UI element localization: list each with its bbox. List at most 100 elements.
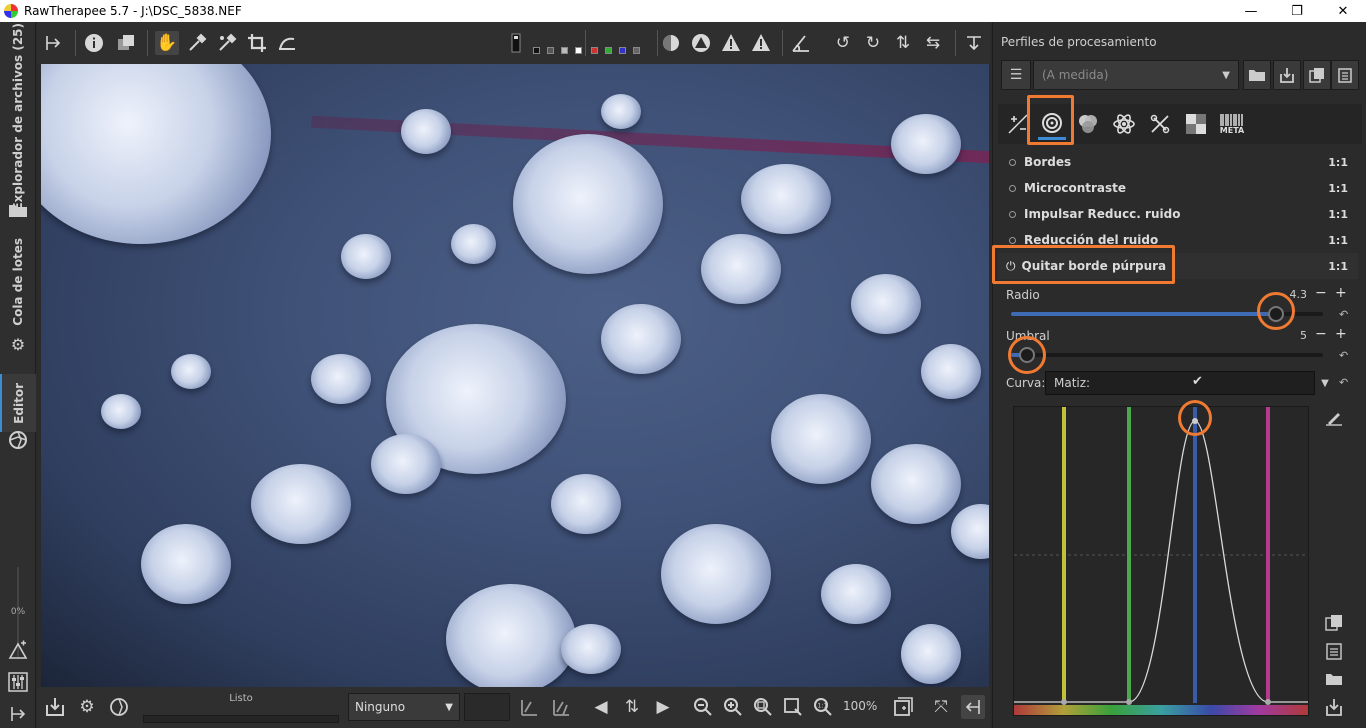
zoom-fit-crop-icon[interactable] xyxy=(781,695,805,719)
threshold-minus-button[interactable]: − xyxy=(1315,326,1327,342)
zoom-fit-icon[interactable] xyxy=(751,695,775,719)
paste-profile-icon[interactable] xyxy=(1331,60,1359,90)
zoom-out-icon[interactable] xyxy=(691,695,715,719)
folder-icon[interactable] xyxy=(8,200,28,220)
curve-point-peak[interactable] xyxy=(1192,418,1198,424)
open-profile-icon[interactable] xyxy=(1243,60,1271,90)
power-icon[interactable]: ⏻ xyxy=(1006,259,1016,274)
gear-icon[interactable]: ⚙ xyxy=(8,334,28,354)
crop-icon[interactable] xyxy=(245,31,269,55)
tool-row-noise-reduction[interactable]: Reducción del ruido 1:1 xyxy=(998,227,1358,253)
chevron-down-icon[interactable]: ▼ xyxy=(1317,371,1333,395)
right-panel-toggle-icon[interactable] xyxy=(961,695,985,719)
previous-image-icon[interactable]: ◀ xyxy=(589,695,613,719)
info-icon[interactable] xyxy=(82,31,106,55)
aperture-icon[interactable] xyxy=(8,430,28,450)
curve-type-select[interactable]: Matiz: ✔ xyxy=(1045,371,1315,395)
top-panel-toggle-icon[interactable] xyxy=(962,31,986,55)
threshold-plus-button[interactable]: + xyxy=(1335,326,1347,342)
edit-curve-icon[interactable] xyxy=(1323,406,1345,428)
curve-point[interactable] xyxy=(1265,699,1271,705)
before-after-icon[interactable] xyxy=(114,31,138,55)
color-picker-icon[interactable] xyxy=(215,31,239,55)
tool-toggle-icon[interactable] xyxy=(1009,210,1016,218)
flip-horizontal-icon[interactable]: ⇆ xyxy=(921,31,945,55)
blue-channel-swatch[interactable] xyxy=(619,47,626,54)
highlight-warning-icon[interactable] xyxy=(749,31,773,55)
save-curve-icon[interactable] xyxy=(1323,696,1345,718)
send-to-editor-icon[interactable] xyxy=(107,695,131,719)
bg-lightgray-swatch[interactable] xyxy=(561,47,568,54)
rotate-right-icon[interactable]: ↻ xyxy=(861,31,885,55)
tab-editor[interactable]: Editor xyxy=(0,374,36,432)
tool-row-impulse-nr[interactable]: Impulsar Reducc. ruido 1:1 xyxy=(998,201,1358,227)
sharpening-mask-select[interactable] xyxy=(464,693,510,721)
tab-batch-queue[interactable]: Cola de lotes xyxy=(0,238,36,326)
hue-curve-editor[interactable] xyxy=(1013,406,1309,716)
threshold-slider-track[interactable] xyxy=(1011,353,1323,357)
tool-toggle-icon[interactable] xyxy=(1009,184,1016,192)
fullscreen-icon[interactable]: ⤧ xyxy=(929,695,953,719)
white-balance-picker-icon[interactable] xyxy=(185,31,209,55)
shadow-warning-icon[interactable] xyxy=(719,31,743,55)
sync-image-icon[interactable]: ⇅ xyxy=(620,695,644,719)
next-image-icon[interactable]: ▶ xyxy=(651,695,675,719)
hue-curve-graph[interactable] xyxy=(1014,407,1308,715)
image-preview[interactable] xyxy=(41,64,989,687)
profile-list-icon[interactable]: ☰ xyxy=(1001,60,1031,90)
transform-tab-icon[interactable] xyxy=(1146,108,1174,140)
crop-tool-icon[interactable] xyxy=(8,640,28,660)
focus-mask-icon[interactable] xyxy=(659,31,683,55)
tool-row-edges[interactable]: Bordes 1:1 xyxy=(998,149,1358,175)
indicator-icon[interactable] xyxy=(509,31,523,55)
bg-white-swatch[interactable] xyxy=(575,47,582,54)
tool-row-microcontrast[interactable]: Microcontraste 1:1 xyxy=(998,175,1358,201)
sliders-icon[interactable] xyxy=(8,672,28,692)
radius-plus-button[interactable]: + xyxy=(1335,285,1347,301)
rotate-left-icon[interactable]: ↺ xyxy=(831,31,855,55)
red-channel-swatch[interactable] xyxy=(591,47,598,54)
zoom-100-icon[interactable]: 1:1 xyxy=(811,695,835,719)
tab-file-browser[interactable]: Explorador de archivos (25) xyxy=(0,23,36,211)
radius-minus-button[interactable]: − xyxy=(1315,285,1327,301)
curve-point[interactable] xyxy=(1061,699,1067,705)
histogram-toggle-icon[interactable] xyxy=(517,695,541,719)
advanced-tab-icon[interactable] xyxy=(1110,108,1138,140)
tool-row-defringe[interactable]: ⏻ Quitar borde púrpura 1:1 xyxy=(998,253,1358,279)
rotate-angle-icon[interactable] xyxy=(789,31,813,55)
open-curve-icon[interactable] xyxy=(1323,668,1345,690)
color-tab-icon[interactable] xyxy=(1074,108,1102,140)
navigator-toggle-icon[interactable] xyxy=(549,695,573,719)
panel-toggle-icon[interactable] xyxy=(41,31,65,55)
copy-profile-icon[interactable] xyxy=(1303,60,1331,90)
radius-value[interactable]: 4.3 xyxy=(1273,288,1308,301)
left-panel-toggle-icon[interactable] xyxy=(8,704,28,724)
bg-black-swatch[interactable] xyxy=(533,47,540,54)
copy-curve-icon[interactable] xyxy=(1323,612,1345,634)
profile-select[interactable]: (A medida) ▼ xyxy=(1033,60,1239,90)
threshold-slider-knob[interactable] xyxy=(1018,347,1035,363)
zoom-in-icon[interactable] xyxy=(721,695,745,719)
clipped-shadows-icon[interactable] xyxy=(689,31,713,55)
threshold-reset-icon[interactable]: ↶ xyxy=(1339,349,1348,362)
close-button[interactable]: ✕ xyxy=(1320,0,1366,22)
exposure-tab-icon[interactable] xyxy=(1004,108,1032,140)
queue-settings-icon[interactable]: ⚙ xyxy=(75,695,99,719)
curve-point[interactable] xyxy=(1126,699,1132,705)
preview-mode-select[interactable]: Ninguno ▼ xyxy=(348,693,460,721)
tool-toggle-icon[interactable] xyxy=(1009,236,1016,244)
paste-curve-icon[interactable] xyxy=(1323,640,1345,662)
luminance-swatch[interactable] xyxy=(633,47,640,54)
green-channel-swatch[interactable] xyxy=(605,47,612,54)
new-detail-window-icon[interactable] xyxy=(891,695,915,719)
curve-reset-icon[interactable]: ↶ xyxy=(1339,376,1348,389)
minimize-button[interactable]: — xyxy=(1228,0,1274,22)
save-image-icon[interactable] xyxy=(43,695,67,719)
detail-tab-icon[interactable] xyxy=(1038,108,1066,140)
hand-tool-icon[interactable]: ✋ xyxy=(155,31,179,55)
tool-toggle-icon[interactable] xyxy=(1009,158,1016,166)
radius-slider-knob[interactable] xyxy=(1268,306,1285,322)
straighten-icon[interactable] xyxy=(275,31,299,55)
bg-gray-swatch[interactable] xyxy=(547,47,554,54)
metadata-tab-icon[interactable]: META xyxy=(1218,108,1246,140)
